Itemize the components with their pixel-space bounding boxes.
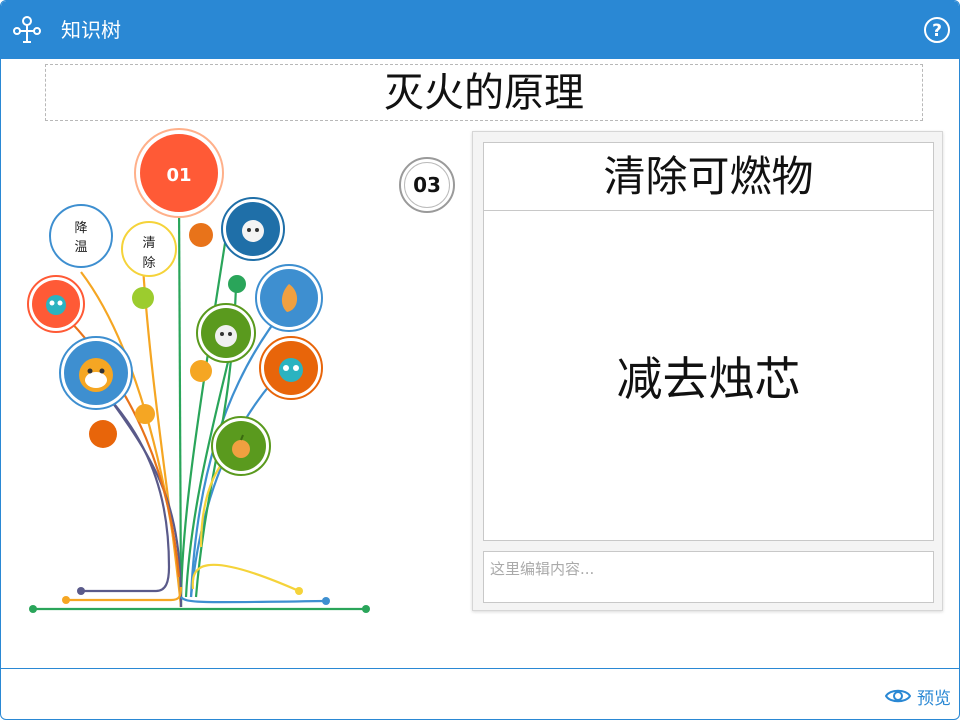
card-heading[interactable]: 清除可燃物 <box>483 142 934 211</box>
bird-avatar-icon[interactable] <box>27 275 85 333</box>
tree-node-clear[interactable]: 清 除 <box>121 221 177 277</box>
owl-avatar-icon[interactable] <box>59 336 133 410</box>
tree-dot <box>132 287 154 309</box>
fruit-avatar-icon[interactable] <box>211 416 271 476</box>
title-bar: 知识树 ? <box>1 1 959 59</box>
preview-label: 预览 <box>917 688 951 709</box>
tree-node-clear-char2: 除 <box>142 256 155 271</box>
tree-node-01-label: 01 <box>166 165 191 186</box>
footer-divider <box>1 668 959 669</box>
tree-node-cooling-char2: 温 <box>74 240 87 255</box>
tree-icon <box>13 16 41 43</box>
tree-node-clear-char1: 清 <box>142 236 155 251</box>
bird-avatar-icon[interactable] <box>221 197 285 261</box>
page-title[interactable]: 灭火的原理 <box>45 64 923 121</box>
bird-avatar-icon[interactable] <box>196 303 256 363</box>
leaf-avatar-icon[interactable] <box>255 264 323 332</box>
app-title: 知识树 <box>61 18 121 42</box>
tree-node-01[interactable]: 01 <box>134 128 224 218</box>
card-number-badge: 03 <box>399 157 455 213</box>
tree-node-cooling[interactable]: 降 温 <box>49 204 113 268</box>
app-window: 知识树 ? 灭火的原理 01 降 温 清 除 03 清除可燃物 减去烛芯 这里编… <box>0 0 960 720</box>
tree-dot <box>228 275 246 293</box>
card-body-text: 减去烛芯 <box>616 351 801 406</box>
edit-content-input[interactable]: 这里编辑内容... <box>483 551 934 603</box>
tree-node-cooling-char1: 降 <box>74 221 87 236</box>
card-body[interactable]: 减去烛芯 <box>483 211 934 541</box>
tree-dot <box>135 404 155 424</box>
tree-dot <box>190 360 212 382</box>
svg-text:?: ? <box>932 21 942 41</box>
owl-avatar-icon[interactable] <box>259 336 323 400</box>
help-circle-icon[interactable]: ? <box>923 16 951 44</box>
preview-button[interactable]: 预览 <box>885 683 951 709</box>
tree-dot <box>189 223 213 247</box>
content-card: 清除可燃物 减去烛芯 这里编辑内容... <box>472 131 943 611</box>
eye-icon <box>885 689 911 703</box>
tree-dot <box>89 420 117 448</box>
knowledge-tree: 01 降 温 清 除 <box>27 128 370 613</box>
card-number: 03 <box>404 162 450 208</box>
